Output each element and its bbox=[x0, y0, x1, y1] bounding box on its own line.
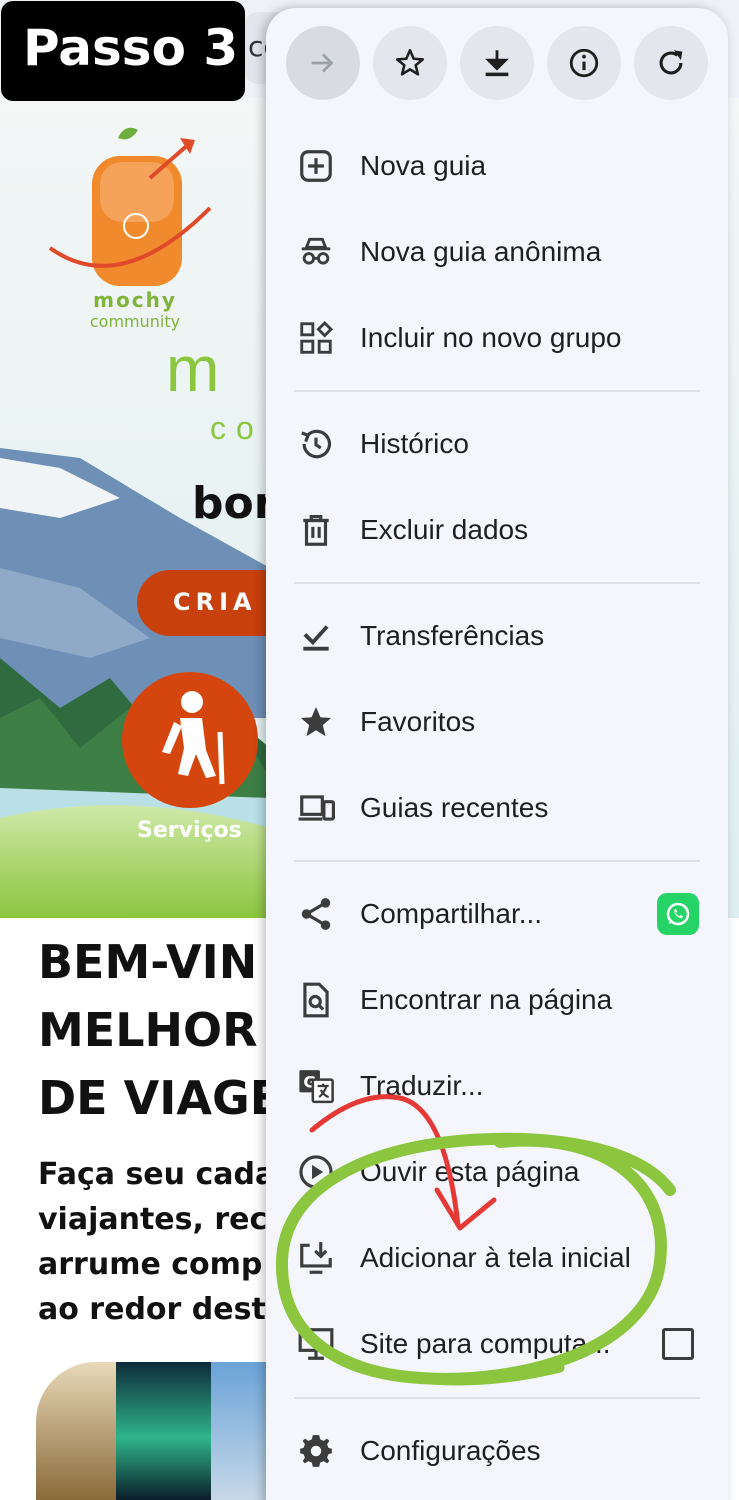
devices-icon bbox=[296, 788, 336, 828]
page-info-button[interactable] bbox=[547, 26, 621, 100]
browser-overflow-menu: Nova guia Nova guia anônima Incluir no n… bbox=[266, 8, 728, 1500]
menu-item-share[interactable]: Compartilhar... bbox=[266, 871, 728, 957]
menu-item-find-in-page[interactable]: Encontrar na página bbox=[266, 957, 728, 1043]
menu-item-desktop-site[interactable]: Site para computa... bbox=[266, 1301, 728, 1387]
menu-divider bbox=[294, 582, 700, 584]
destination-photos bbox=[36, 1362, 296, 1500]
menu-divider bbox=[294, 390, 700, 392]
menu-item-recent-tabs[interactable]: Guias recentes bbox=[266, 765, 728, 851]
menu-item-listen-page[interactable]: Ouvir esta página bbox=[266, 1129, 728, 1215]
step-badge: Passo 3 bbox=[1, 1, 245, 101]
reload-button[interactable] bbox=[634, 26, 708, 100]
forward-icon bbox=[311, 53, 334, 73]
menu-item-translate[interactable]: G Traduzir... bbox=[266, 1043, 728, 1129]
welcome-description: Faça seu cada viajantes, reco arrume com… bbox=[38, 1157, 288, 1327]
download-page-button[interactable] bbox=[460, 26, 534, 100]
bookmark-star-icon bbox=[395, 48, 425, 76]
incognito-icon bbox=[296, 232, 336, 272]
trash-icon bbox=[296, 510, 336, 550]
find-in-page-icon bbox=[296, 980, 336, 1020]
hero-subtitle-fragment: co bbox=[210, 410, 264, 446]
new-tab-icon bbox=[296, 146, 336, 186]
whatsapp-share-icon[interactable] bbox=[657, 893, 699, 935]
desktop-site-checkbox[interactable] bbox=[662, 1328, 694, 1360]
share-icon bbox=[296, 894, 336, 934]
reload-icon bbox=[659, 50, 683, 75]
hiker-icon bbox=[162, 691, 225, 785]
services-label: Serviços bbox=[137, 818, 242, 843]
menu-item-add-to-home[interactable]: Adicionar à tela inicial bbox=[266, 1215, 728, 1301]
menu-item-history[interactable]: Histórico bbox=[266, 401, 728, 487]
menu-item-incognito[interactable]: Nova guia anônima bbox=[266, 209, 728, 295]
star-icon bbox=[296, 702, 336, 742]
menu-item-bookmarks[interactable]: Favoritos bbox=[266, 679, 728, 765]
tab-group-icon bbox=[296, 318, 336, 358]
forward-button[interactable] bbox=[286, 26, 360, 100]
info-icon bbox=[569, 48, 599, 78]
menu-item-downloads[interactable]: Transferências bbox=[266, 593, 728, 679]
desktop-icon bbox=[296, 1324, 336, 1364]
download-icon bbox=[485, 50, 509, 77]
history-icon bbox=[296, 424, 336, 464]
menu-divider bbox=[294, 1397, 700, 1399]
welcome-heading: BEM-VIN MELHOR DE VIAGE bbox=[38, 935, 282, 1125]
menu-item-clear-data[interactable]: Excluir dados bbox=[266, 487, 728, 573]
gear-icon bbox=[296, 1431, 336, 1471]
menu-item-new-tab[interactable]: Nova guia bbox=[266, 123, 728, 209]
bookmark-button[interactable] bbox=[373, 26, 447, 100]
menu-divider bbox=[294, 860, 700, 862]
add-to-home-icon bbox=[296, 1238, 336, 1278]
menu-top-actions bbox=[286, 26, 708, 100]
services-button[interactable] bbox=[122, 672, 258, 808]
greeting-fragment: bor bbox=[192, 478, 276, 529]
menu-item-new-group[interactable]: Incluir no novo grupo bbox=[266, 295, 728, 381]
downloads-check-icon bbox=[296, 616, 336, 656]
logo-subtitle: community bbox=[89, 312, 181, 331]
translate-icon: G bbox=[296, 1066, 336, 1106]
menu-item-settings[interactable]: Configurações bbox=[266, 1408, 728, 1494]
hero-title-fragment: m bbox=[166, 333, 220, 405]
play-circle-icon bbox=[296, 1152, 336, 1192]
logo-name: mochy bbox=[93, 288, 177, 312]
